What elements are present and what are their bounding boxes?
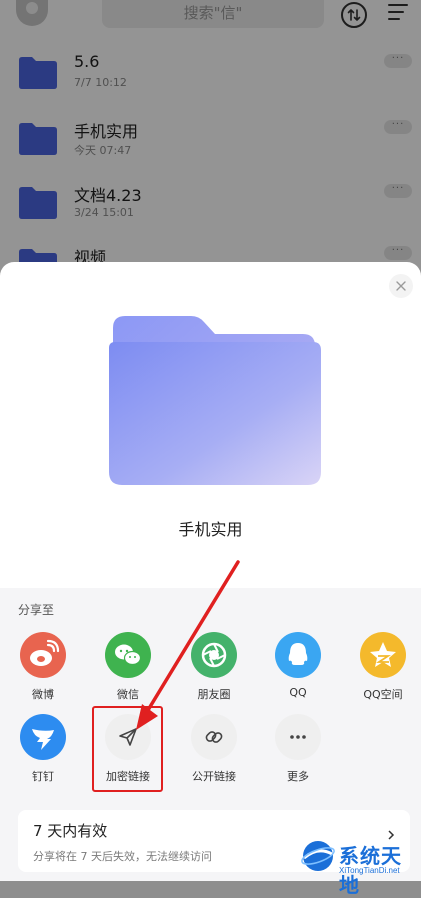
share-label: 朋友圈 <box>197 688 231 701</box>
validity-description: 分享将在 7 天后失效，无法继续访问 <box>33 850 212 863</box>
share-label: QQ空间 <box>363 688 403 701</box>
moments-icon <box>191 632 237 678</box>
share-label: 更多 <box>287 770 309 783</box>
share-label: 微博 <box>32 688 54 701</box>
more-share-button[interactable]: 更多 <box>255 714 341 784</box>
share-to-label: 分享至 <box>18 603 55 617</box>
more-icon <box>275 714 321 760</box>
qzone-icon <box>360 632 406 678</box>
share-label: 微信 <box>117 688 139 701</box>
qq-icon <box>275 632 321 678</box>
share-qzone-button[interactable]: QQ空间 <box>340 632 421 702</box>
link-icon <box>191 714 237 760</box>
share-label: 钉钉 <box>32 770 54 783</box>
share-moments-button[interactable]: 朋友圈 <box>171 632 257 702</box>
validity-title: 7 天内有效 <box>33 822 108 840</box>
share-label: QQ <box>289 686 307 699</box>
folder-title: 手机实用 <box>178 520 243 539</box>
dingtalk-icon <box>20 714 66 760</box>
watermark-subtitle: XiTongTianDi.net <box>339 866 400 875</box>
share-sheet: 手机实用 分享至 <box>0 262 421 881</box>
public-link-button[interactable]: 公开链接 <box>171 714 257 784</box>
share-dingtalk-button[interactable]: 钉钉 <box>0 714 86 784</box>
highlight-box <box>92 706 163 792</box>
watermark-logo: 系统天地 XiTongTianDi.net <box>299 836 421 897</box>
wechat-icon <box>105 632 151 678</box>
globe-icon <box>301 841 335 871</box>
share-weibo-button[interactable]: 微博 <box>0 632 86 702</box>
close-icon[interactable] <box>389 274 413 298</box>
share-label: 公开链接 <box>192 770 236 783</box>
weibo-icon <box>20 632 66 678</box>
share-qq-button[interactable]: QQ <box>255 632 341 699</box>
share-wechat-button[interactable]: 微信 <box>85 632 171 702</box>
folder-icon <box>109 316 321 485</box>
